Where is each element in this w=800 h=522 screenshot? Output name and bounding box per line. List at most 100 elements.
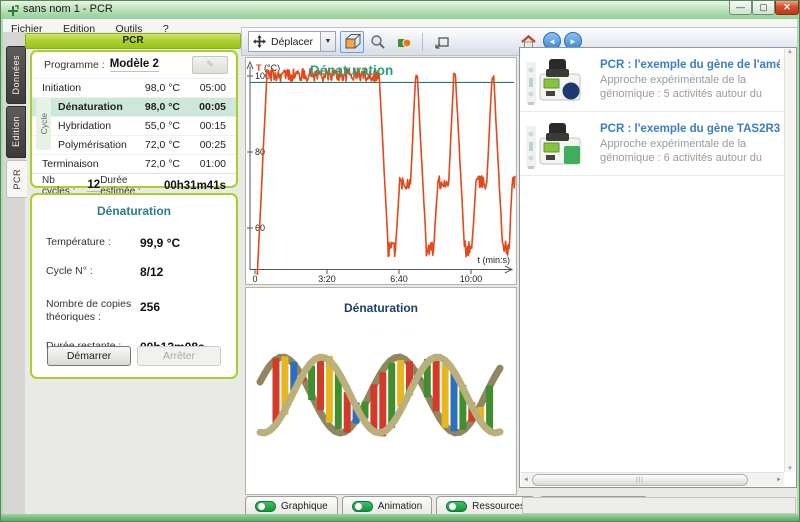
sidebar-tab-donnees[interactable]: Données [6, 46, 26, 104]
fullscreen-icon [434, 34, 450, 50]
step-temp: 98,0 °C [128, 101, 180, 113]
temperature-label: Température : [46, 236, 140, 249]
resource-item-1[interactable]: PCR : l'exemple du gène de l'amé... Appr… [520, 48, 796, 112]
bottom-status-strip [522, 497, 796, 514]
cycle-label: Cycle [39, 113, 49, 134]
program-name[interactable]: Modèle 2 [110, 58, 159, 72]
temperature-chart-panel: 100806003:206:4010:00T (°C)t (min:s)Déna… [245, 57, 517, 285]
resource-title[interactable]: PCR : l'exemple du gène TAS2R3... [600, 123, 780, 135]
vertical-scrollbar[interactable]: ▲▼ [784, 49, 795, 472]
toggle-on-icon[interactable] [255, 501, 276, 512]
window-frame [1, 19, 3, 514]
start-button[interactable]: Démarrer [47, 346, 131, 366]
step-row-denaturation-selected[interactable]: Dénaturation 98,0 °C 00:05 [32, 97, 236, 116]
thermocycler-thumbnail [524, 116, 592, 174]
titlebar: sans nom 1 - PCR — ▢ ✕ [1, 1, 799, 20]
step-temp: 72,0 °C [128, 158, 180, 170]
scroll-left-icon[interactable]: ◄ [521, 473, 531, 486]
move-icon [252, 34, 267, 49]
svg-text:0: 0 [252, 274, 257, 284]
scroll-up-icon[interactable]: ▲ [787, 49, 793, 55]
resource-description: Approche expérimentale de la génomique :… [600, 137, 780, 165]
tab-ressources[interactable]: Ressources [436, 496, 535, 516]
step-time: 00:25 [180, 139, 236, 151]
step-row-initiation[interactable]: Initiation 98,0 °C 05:00 [32, 78, 236, 97]
svg-text:3:20: 3:20 [318, 274, 336, 284]
step-time: 00:05 [180, 101, 236, 113]
program-label: Programme : [44, 59, 105, 71]
copies-label: Nombre de copies théoriques : [46, 298, 140, 324]
resources-panel: PCR : l'exemple du gène de l'amé... Appr… [519, 47, 797, 488]
step-time: 01:00 [180, 158, 236, 170]
tab-animation[interactable]: Animation [342, 496, 432, 516]
app-window: sans nom 1 - PCR — ▢ ✕ Fichier Edition O… [0, 0, 800, 522]
edit-program-button[interactable]: ✎ [192, 56, 228, 74]
dna-helix-illustration [246, 315, 516, 480]
nb-cycles-value[interactable]: 12 [87, 179, 100, 192]
stop-button[interactable]: Arrêter [137, 346, 221, 366]
cube-icon [343, 33, 361, 51]
fullscreen-button[interactable] [430, 31, 454, 53]
pcr-panel-header: PCR [25, 33, 241, 49]
status-title: Dénaturation [32, 204, 236, 218]
svg-text:6:40: 6:40 [390, 274, 408, 284]
step-temp: 55,0 °C [128, 120, 180, 132]
step-row-terminaison[interactable]: Terminaison 72,0 °C 01:00 [32, 154, 236, 173]
thermocycler-thumbnail [524, 52, 592, 110]
animation-title: Dénaturation [246, 301, 516, 315]
step-row-hybridation[interactable]: Hybridation 55,0 °C 00:15 [32, 116, 236, 135]
cycle-group-rail: Cycle [36, 97, 51, 150]
cycle-number-label: Cycle N° : [46, 265, 140, 278]
tab-label: PCR [12, 169, 22, 190]
temperature-value: 99,9 °C [140, 236, 180, 250]
maximize-button[interactable]: ▢ [752, 1, 775, 15]
mode-dropdown[interactable]: Déplacer ▼ [248, 31, 336, 52]
svg-text:10:00: 10:00 [460, 274, 483, 284]
sidebar-tab-edition[interactable]: Edition [6, 106, 26, 158]
left-tab-rail: Données Edition PCR [3, 32, 25, 514]
capture-button[interactable] [392, 31, 416, 53]
resource-accent [564, 146, 580, 164]
svg-text:t (min:s): t (min:s) [478, 255, 511, 265]
cycle-number-value: 8/12 [140, 265, 163, 279]
program-panel: Programme : Modèle 2 ✎ Cycle Initiation … [30, 50, 238, 188]
step-temp: 72,0 °C [128, 139, 180, 151]
program-steps: Cycle Initiation 98,0 °C 05:00 Dénaturat… [32, 78, 236, 173]
copies-value: 256 [140, 300, 160, 314]
cube-3d-button[interactable] [340, 31, 364, 53]
resource-item-2[interactable]: PCR : l'exemple du gène TAS2R3... Approc… [520, 112, 796, 176]
step-time: 05:00 [180, 82, 236, 94]
magnifier-icon [370, 34, 386, 50]
svg-text:Dénaturation: Dénaturation [310, 63, 393, 78]
tab-label: Ressources [472, 501, 525, 512]
mode-dropdown-label: Déplacer [267, 36, 320, 48]
window-frame [1, 514, 799, 521]
tab-label: Graphique [281, 501, 328, 512]
scroll-down-icon[interactable]: ▼ [787, 466, 793, 472]
status-panel: Dénaturation Température : 99,9 °C Cycle… [30, 193, 238, 379]
step-row-polymerisation[interactable]: Polymérisation 72,0 °C 00:25 [32, 135, 236, 154]
scroll-right-icon[interactable]: ► [774, 473, 784, 486]
resource-description: Approche expérimentale de la génomique :… [600, 73, 780, 101]
zoom-button[interactable] [366, 31, 390, 53]
tab-graphique[interactable]: Graphique [245, 496, 338, 516]
horizontal-scrollbar[interactable]: ◄ ||| ► [521, 472, 784, 486]
close-button[interactable]: ✕ [775, 1, 799, 15]
resource-accent [563, 83, 580, 100]
sidebar-tab-pcr[interactable]: PCR [6, 160, 27, 198]
toggle-on-icon[interactable] [446, 501, 467, 512]
minimize-button[interactable]: — [729, 1, 752, 15]
window-frame [797, 19, 799, 514]
toolbar-separator [422, 33, 423, 51]
tab-label: Edition [11, 116, 21, 147]
resource-title[interactable]: PCR : l'exemple du gène de l'amé... [600, 59, 780, 71]
step-temp: 98,0 °C [128, 82, 180, 94]
window-title: sans nom 1 - PCR [23, 3, 113, 15]
capture-icon [396, 34, 412, 50]
tab-label: Animation [378, 501, 422, 512]
dropdown-arrow-icon[interactable]: ▼ [320, 32, 335, 51]
scrollbar-thumb[interactable]: ||| [532, 474, 748, 486]
animation-panel: Dénaturation [245, 287, 517, 495]
step-name: Initiation [32, 82, 128, 94]
toggle-on-icon[interactable] [352, 501, 373, 512]
